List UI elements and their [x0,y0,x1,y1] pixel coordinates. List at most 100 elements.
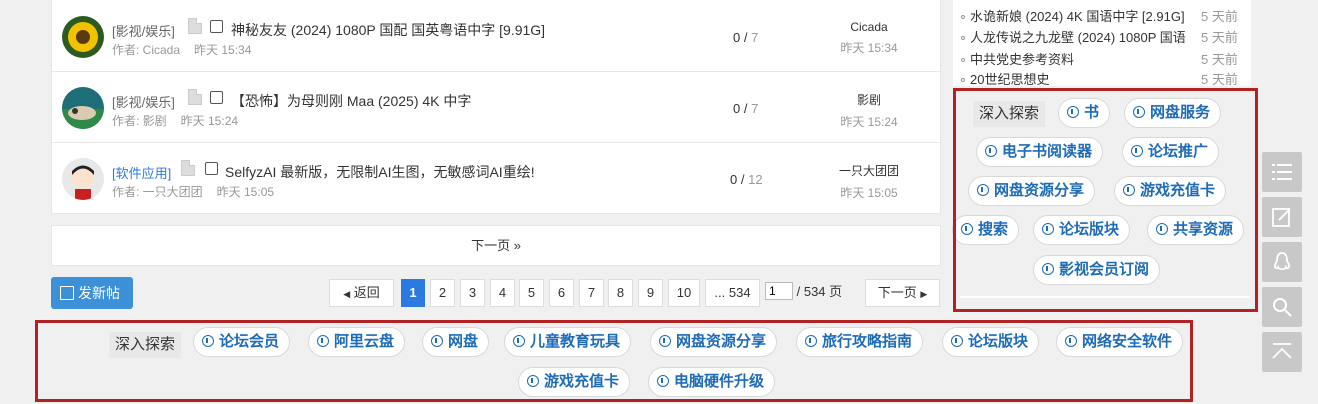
pager-next-label: 下一页 [877,285,917,300]
avatar[interactable] [62,16,104,58]
last-post-user: Cicada [850,20,888,34]
reply-count: 0 [730,172,738,187]
thread-author[interactable]: 作者: 影剧 [112,114,167,128]
thread-time: 昨天 15:34 [194,43,252,57]
search-button[interactable] [1262,287,1302,327]
back-to-top-icon [1272,343,1292,359]
avatar[interactable] [62,87,104,129]
thread-meta: 作者: 一只大团团 昨天 15:05 [112,183,274,200]
bullet-icon [961,15,965,19]
new-post-label: 发新帖 [78,285,120,301]
list-button[interactable] [1262,152,1302,192]
thread-checkbox[interactable] [210,91,223,104]
list-item-age: 5 天前 [1201,9,1238,24]
stats-separator: / [740,172,745,187]
reply-count: 0 [733,101,741,116]
highlight-box [35,320,1193,402]
thread-author[interactable]: 作者: Cicada [112,43,180,57]
thread-title[interactable]: 神秘友友 (2024) 1080P 国配 国英粤语中字 [9.91G] [231,20,545,40]
chevron-right-icon: ▶ [920,289,928,299]
pager-back-button[interactable]: ◀ 返回 [329,279,394,307]
pager-page[interactable]: 7 [579,279,604,307]
thread-category[interactable]: [影视/娱乐] [112,92,175,111]
list-item-title: 人龙传说之九龙壁 (2024) 1080P 国语 [970,30,1186,45]
list-item-age: 5 天前 [1201,52,1238,67]
thread-stats: 0 / 7 [733,101,758,116]
pager-page[interactable]: 1 [401,279,425,307]
thread-list: [影视/娱乐] 神秘友友 (2024) 1080P 国配 国英粤语中字 [9.9… [51,0,941,214]
list-item-title: 20世纪思想史 [970,72,1050,87]
page-jump-input[interactable] [765,282,793,300]
thread-meta: 作者: Cicada 昨天 15:34 [112,41,251,58]
table-row[interactable]: [影视/娱乐] 神秘友友 (2024) 1080P 国配 国英粤语中字 [9.9… [52,1,940,72]
pager-page[interactable]: 5 [519,279,544,307]
list-item-age: 5 天前 [1201,30,1238,45]
next-page-bar[interactable]: 下一页 » [51,225,941,266]
thread-title[interactable]: SelfyzAI 最新版，无限制AI生图，无敏感词AI重绘! [225,162,535,182]
table-row[interactable]: [软件应用] SelfyzAI 最新版，无限制AI生图，无敏感词AI重绘! 作者… [52,143,940,214]
last-post-time: 昨天 15:34 [840,41,898,55]
last-post[interactable]: 一只大团团昨天 15:05 [814,162,924,201]
sidebar-latest-list: 水诡新娘 (2024) 4K 国语中字 [2.91G] 5 天前 人龙传说之九龙… [953,0,1251,88]
pager-page[interactable]: 4 [490,279,515,307]
last-post-time: 昨天 15:24 [840,115,898,129]
search-icon [1273,298,1292,317]
pager-page[interactable]: 6 [549,279,574,307]
back-to-top-button[interactable] [1262,332,1302,372]
qq-icon [1274,252,1290,271]
pager-page[interactable]: 2 [430,279,455,307]
chevron-left-icon: ◀ [343,289,351,299]
avatar[interactable] [62,158,104,200]
list-item-title: 水诡新娘 (2024) 4K 国语中字 [2.91G] [970,9,1185,24]
stats-separator: / [743,101,748,116]
thread-category[interactable]: [影视/娱乐] [112,21,175,40]
pager-next-button[interactable]: 下一页 ▶ [865,279,940,307]
view-count: 7 [751,30,759,45]
list-item[interactable]: 20世纪思想史 [961,69,1049,88]
pager-page[interactable]: 9 [638,279,663,307]
pager-last-page[interactable]: ... 534 [705,279,760,307]
pager-page[interactable]: 10 [668,279,700,307]
list-item[interactable]: 人龙传说之九龙壁 (2024) 1080P 国语 [961,27,1186,46]
last-post[interactable]: Cicada 昨天 15:34 [814,20,924,56]
list-item-title: 中共党史参考资料 [970,52,1075,67]
list-item[interactable]: 水诡新娘 (2024) 4K 国语中字 [2.91G] [961,6,1185,25]
edit-icon [1272,208,1291,227]
edit-icon [60,286,74,300]
last-post[interactable]: 影剧 昨天 15:24 [814,91,924,130]
table-row[interactable]: [影视/娱乐] 【恐怖】为母则刚 Maa (2025) 4K 中字 作者: 影剧… [52,72,940,143]
list-item-age: 5 天前 [1201,72,1238,87]
bullet-icon [961,58,965,62]
reply-count: 0 [733,30,741,45]
pager-total: / 534 页 [796,284,843,299]
pager-back-label: 返回 [353,285,380,300]
pager-page[interactable]: 3 [460,279,485,307]
thread-checkbox[interactable] [205,162,218,175]
file-icon [188,18,202,34]
thread-author[interactable]: 作者: 一只大团团 [112,185,203,199]
list-item[interactable]: 中共党史参考资料 [961,49,1074,68]
thread-time: 昨天 15:24 [180,114,239,128]
bullet-icon [961,78,965,82]
view-count: 7 [751,101,759,116]
thread-time: 昨天 15:05 [216,185,275,199]
thread-stats: 0 / 12 [730,172,763,187]
pager-page[interactable]: 8 [608,279,633,307]
thread-meta: 作者: 影剧 昨天 15:24 [112,112,238,129]
view-count: 12 [748,172,763,187]
thread-stats: 0 / 7 [733,30,758,45]
qq-button[interactable] [1262,242,1302,282]
thread-checkbox[interactable] [210,20,223,33]
thread-title[interactable]: 【恐怖】为母则刚 Maa (2025) 4K 中字 [231,91,471,111]
last-post-user: 一只大团团 [838,164,899,178]
thread-category[interactable]: [软件应用] [112,163,171,182]
pager-jump: / 534 页 [765,279,860,307]
edit-button[interactable] [1262,197,1302,237]
file-icon [181,160,195,176]
stats-separator: / [743,30,748,45]
last-post-time: 昨天 15:05 [840,186,898,200]
file-icon [188,89,202,105]
new-post-button[interactable]: 发新帖 [51,277,133,309]
bullet-icon [961,36,965,40]
list-icon [1272,164,1292,180]
